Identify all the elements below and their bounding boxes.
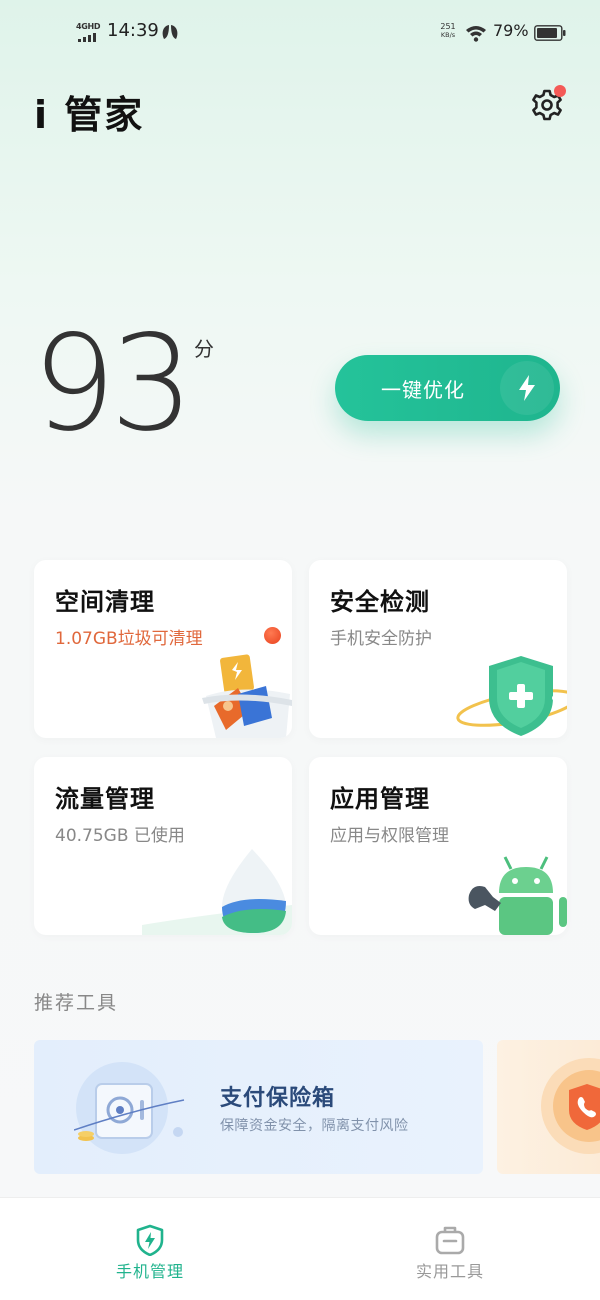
- water-drop-icon: [142, 849, 292, 935]
- app-title: i 管家: [34, 93, 145, 137]
- network-type: 4GHD: [76, 22, 101, 31]
- card-subtitle: 手机安全防护: [330, 629, 432, 649]
- safe-box-icon: [74, 1062, 185, 1154]
- tab-label: 实用工具: [415, 1262, 484, 1281]
- security-check-card[interactable]: 安全检测 手机安全防护: [309, 560, 567, 738]
- leaf-icon: [162, 25, 178, 39]
- card-title: 空间清理: [55, 588, 155, 616]
- phone-shield-icon: [541, 1058, 600, 1154]
- tool-subtitle: 保障资金安全，隔离支付风险: [220, 1118, 409, 1134]
- phone-manage-shield-icon: [136, 1224, 164, 1256]
- tab-practical-tools[interactable]: 实用工具: [300, 1198, 600, 1300]
- tab-phone-management[interactable]: 手机管理: [0, 1198, 300, 1300]
- recommended-tools-title: 推荐工具: [34, 992, 119, 1014]
- score-unit: 分: [194, 337, 214, 361]
- status-time: 14:39: [107, 20, 159, 41]
- traffic-management-card[interactable]: 流量管理 40.75GB 已使用: [34, 757, 292, 935]
- tab-label: 手机管理: [115, 1262, 184, 1281]
- card-title: 应用管理: [330, 785, 430, 813]
- card-title: 流量管理: [55, 785, 155, 813]
- health-score: 93: [32, 307, 194, 461]
- lightning-icon: [519, 375, 535, 401]
- cellular-signal-icon: 4GHD: [76, 22, 104, 44]
- alert-dot: [264, 627, 281, 644]
- card-title: 安全检测: [330, 588, 430, 616]
- status-bar: 4GHD 14:39 251 KB/s 79%: [0, 0, 600, 62]
- notification-badge: [554, 85, 566, 97]
- trash-bin-icon: [202, 654, 292, 738]
- battery-percent: 79%: [493, 21, 529, 40]
- network-speed: 251 KB/s: [440, 22, 456, 39]
- phone-guard-card[interactable]: [497, 1040, 600, 1174]
- toolbox-icon: [435, 1226, 465, 1255]
- android-robot-icon: [468, 856, 567, 935]
- optimize-label: 一键优化: [381, 378, 465, 402]
- card-subtitle: 1.07GB垃圾可清理: [55, 629, 203, 649]
- bottom-navigation: 手机管理 实用工具: [0, 1197, 600, 1300]
- shield-plus-icon: [456, 656, 567, 736]
- battery-icon: [534, 25, 566, 41]
- tool-title: 支付保险箱: [220, 1086, 336, 1111]
- one-click-optimize-button[interactable]: 一键优化: [335, 355, 560, 421]
- settings-button[interactable]: [528, 85, 566, 123]
- card-subtitle: 应用与权限管理: [330, 826, 449, 846]
- payment-safe-card[interactable]: 支付保险箱 保障资金安全，隔离支付风险: [34, 1040, 483, 1174]
- space-cleanup-card[interactable]: 空间清理 1.07GB垃圾可清理: [34, 560, 292, 738]
- card-subtitle: 40.75GB 已使用: [55, 826, 185, 846]
- app-management-card[interactable]: 应用管理 应用与权限管理: [309, 757, 567, 935]
- wifi-icon: [466, 26, 486, 42]
